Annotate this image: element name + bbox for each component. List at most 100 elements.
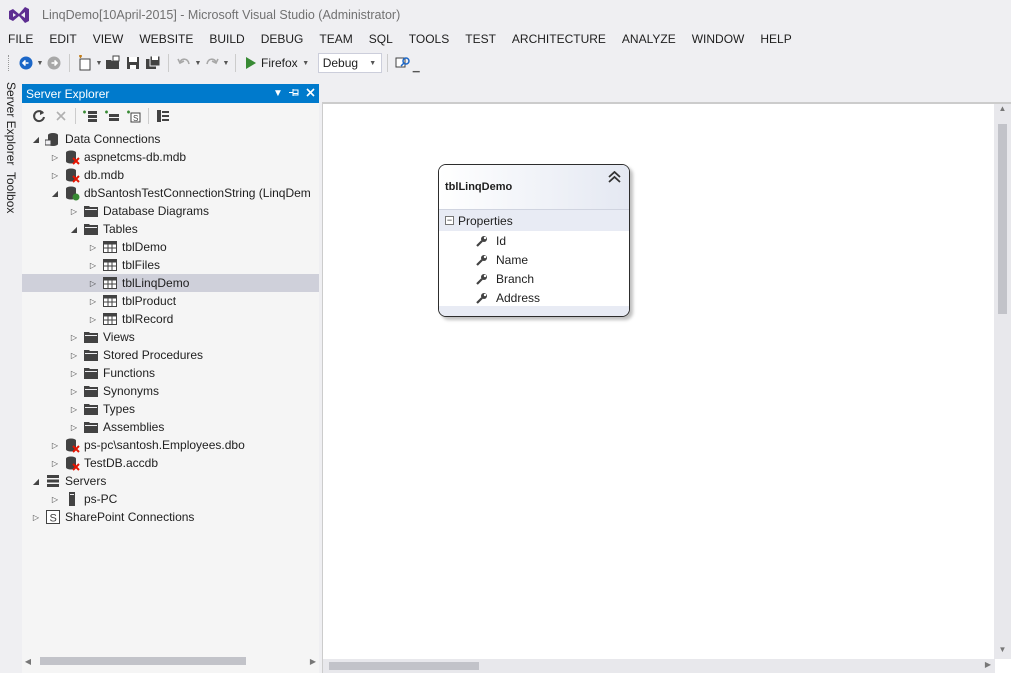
scroll-left-icon[interactable]: ◀ xyxy=(22,657,34,666)
entity-property[interactable]: Name xyxy=(439,250,629,269)
collapse-section-icon[interactable]: − xyxy=(445,216,454,225)
tree-item[interactable]: ▷ Database Diagrams xyxy=(22,202,319,220)
collapsed-arrow-icon[interactable]: ▷ xyxy=(49,441,61,450)
collapsed-arrow-icon[interactable]: ▷ xyxy=(87,243,99,252)
tree-item[interactable]: ▷ tblDemo xyxy=(22,238,319,256)
scroll-up-icon[interactable]: ▲ xyxy=(994,104,1011,118)
tree-item[interactable]: ◢ dbSantoshTestConnectionString (LinqDem xyxy=(22,184,319,202)
connect-to-server-button[interactable] xyxy=(101,106,123,126)
menu-file[interactable]: FILE xyxy=(0,30,41,48)
forward-button[interactable] xyxy=(44,53,64,73)
close-icon[interactable] xyxy=(303,87,317,100)
tree-item[interactable]: ▷ aspnetcms-db.mdb xyxy=(22,148,319,166)
redo-button[interactable] xyxy=(202,53,222,73)
tree-item[interactable]: ▷ Functions xyxy=(22,364,319,382)
designer-horizontal-scrollbar[interactable]: ▶ xyxy=(323,659,995,673)
scroll-track[interactable] xyxy=(34,657,307,665)
tree-item[interactable]: ▷ ps-PC xyxy=(22,490,319,508)
menu-build[interactable]: BUILD xyxy=(201,30,252,48)
redo-dropdown-icon[interactable]: ▼ xyxy=(222,60,230,67)
new-project-button[interactable] xyxy=(75,53,95,73)
collapsed-arrow-icon[interactable]: ▷ xyxy=(87,315,99,324)
collapsed-arrow-icon[interactable]: ▷ xyxy=(49,459,61,468)
expanded-arrow-icon[interactable]: ◢ xyxy=(68,225,80,234)
menu-help[interactable]: HELP xyxy=(752,30,799,48)
linq-to-sql-designer[interactable]: tblLinqDemo − Properties Id Name Branch Add… xyxy=(322,104,1011,673)
tree-item[interactable]: ▷ Views xyxy=(22,328,319,346)
tree-item[interactable]: ▷ tblRecord xyxy=(22,310,319,328)
back-button[interactable] xyxy=(16,53,36,73)
menu-window[interactable]: WINDOW xyxy=(684,30,753,48)
collapsed-arrow-icon[interactable]: ▷ xyxy=(49,495,61,504)
tree-item[interactable]: ▷ Assemblies xyxy=(22,418,319,436)
menu-architecture[interactable]: ARCHITECTURE xyxy=(504,30,614,48)
tree-item[interactable]: ▷ db.mdb xyxy=(22,166,319,184)
tree-item[interactable]: ◢ Tables xyxy=(22,220,319,238)
collapsed-arrow-icon[interactable]: ▷ xyxy=(68,351,80,360)
tree-item[interactable]: ▷ tblFiles xyxy=(22,256,319,274)
scroll-thumb[interactable] xyxy=(998,124,1007,314)
collapsed-arrow-icon[interactable]: ▷ xyxy=(87,279,99,288)
collapsed-arrow-icon[interactable]: ▷ xyxy=(49,153,61,162)
menu-debug[interactable]: DEBUG xyxy=(253,30,312,48)
collapsed-arrow-icon[interactable]: ▷ xyxy=(68,369,80,378)
scroll-thumb[interactable] xyxy=(40,657,246,665)
dropdown-icon[interactable]: ▼ xyxy=(271,88,285,99)
menu-edit[interactable]: EDIT xyxy=(41,30,84,48)
undo-button[interactable] xyxy=(174,53,194,73)
menu-test[interactable]: TEST xyxy=(457,30,504,48)
tree-item[interactable]: ◢ Data Connections xyxy=(22,130,319,148)
collapsed-arrow-icon[interactable]: ▷ xyxy=(68,423,80,432)
side-tab-toolbox[interactable]: Toolbox xyxy=(4,172,18,213)
connect-to-database-button[interactable] xyxy=(79,106,101,126)
collapsed-arrow-icon[interactable]: ▷ xyxy=(68,207,80,216)
save-button[interactable] xyxy=(123,53,143,73)
collapsed-arrow-icon[interactable]: ▷ xyxy=(87,297,99,306)
open-file-button[interactable] xyxy=(103,53,123,73)
scroll-right-icon[interactable]: ▶ xyxy=(985,660,991,669)
entity-shape[interactable]: tblLinqDemo − Properties Id Name Branch Add… xyxy=(438,164,630,317)
properties-section-header[interactable]: − Properties xyxy=(439,209,629,231)
tree-item[interactable]: ▷ Types xyxy=(22,400,319,418)
tree-item[interactable]: ▷ Synonyms xyxy=(22,382,319,400)
toolbar-overflow-icon[interactable]: ▁ xyxy=(413,62,420,73)
tree-item[interactable]: ◢ Servers xyxy=(22,472,319,490)
menu-tools[interactable]: TOOLS xyxy=(401,30,457,48)
tree-item[interactable]: ▷ S SharePoint Connections xyxy=(22,508,319,526)
collapsed-arrow-icon[interactable]: ▷ xyxy=(68,405,80,414)
collapsed-arrow-icon[interactable]: ▷ xyxy=(30,513,42,522)
scroll-down-icon[interactable]: ▼ xyxy=(994,645,1011,659)
scroll-thumb[interactable] xyxy=(329,662,479,670)
tree-item[interactable]: ▷ tblProduct xyxy=(22,292,319,310)
side-tab-server-explorer[interactable]: Server Explorer xyxy=(4,82,18,165)
expanded-arrow-icon[interactable]: ◢ xyxy=(49,189,61,198)
toolbar-grip[interactable] xyxy=(8,55,12,71)
scroll-right-icon[interactable]: ▶ xyxy=(307,657,319,666)
configuration-select[interactable]: Debug ▼ xyxy=(317,53,382,73)
menu-analyze[interactable]: ANALYZE xyxy=(614,30,684,48)
designer-vertical-scrollbar[interactable]: ▲ ▼ xyxy=(994,104,1011,659)
collapsed-arrow-icon[interactable]: ▷ xyxy=(68,333,80,342)
run-target-dropdown-icon[interactable]: ▼ xyxy=(302,60,310,67)
expanded-arrow-icon[interactable]: ◢ xyxy=(30,477,42,486)
menu-view[interactable]: VIEW xyxy=(85,30,132,48)
entity-property[interactable]: Id xyxy=(439,231,629,250)
menu-team[interactable]: TEAM xyxy=(311,30,360,48)
collapse-icon[interactable] xyxy=(608,170,621,186)
collapsed-arrow-icon[interactable]: ▷ xyxy=(68,387,80,396)
tree-horizontal-scrollbar[interactable]: ◀ ▶ xyxy=(22,655,319,667)
undo-dropdown-icon[interactable]: ▼ xyxy=(194,60,202,67)
refresh-button[interactable] xyxy=(28,106,50,126)
tree-item[interactable]: ▷ TestDB.accdb xyxy=(22,454,319,472)
find-in-files-button[interactable] xyxy=(393,53,413,73)
collapsed-arrow-icon[interactable]: ▷ xyxy=(49,171,61,180)
menu-sql[interactable]: SQL xyxy=(361,30,401,48)
save-all-button[interactable] xyxy=(143,53,163,73)
start-debugging-button[interactable]: Firefox ▼ xyxy=(241,53,314,73)
entity-property[interactable]: Branch xyxy=(439,269,629,288)
menu-website[interactable]: WEBSITE xyxy=(131,30,201,48)
tree-item[interactable]: ▷ ps-pc\santosh.Employees.dbo xyxy=(22,436,319,454)
connect-sharepoint-button[interactable]: S xyxy=(123,106,145,126)
back-dropdown-icon[interactable]: ▼ xyxy=(36,60,44,67)
new-project-dropdown-icon[interactable]: ▼ xyxy=(95,60,103,67)
